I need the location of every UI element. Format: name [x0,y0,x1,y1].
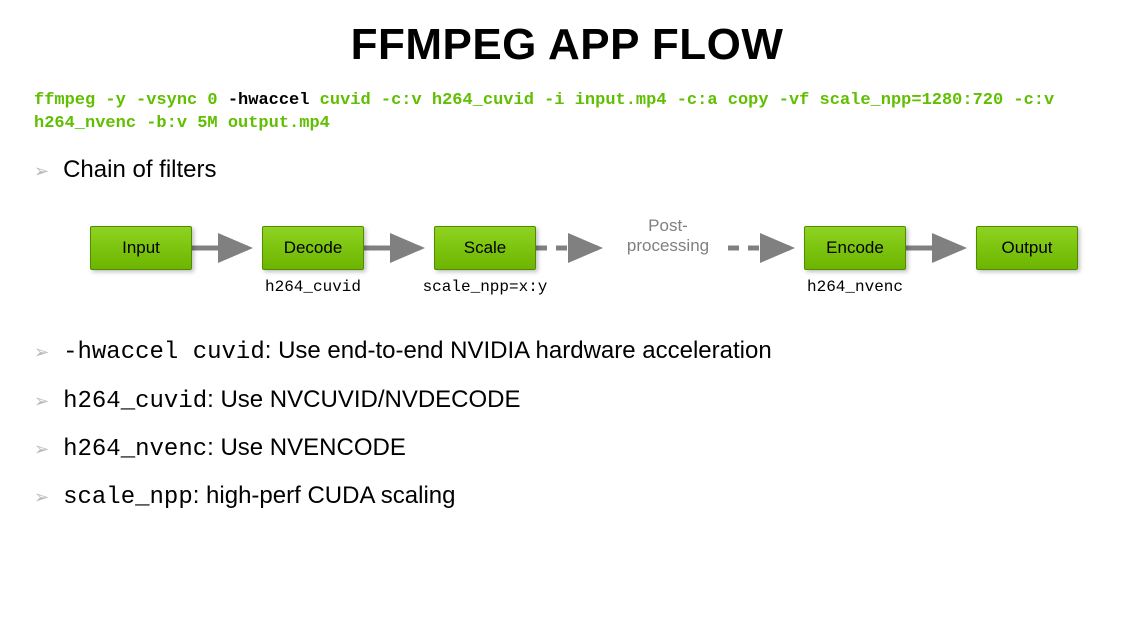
chevron-icon: ➢ [34,485,49,510]
cmd-hwaccel: -hwaccel [228,91,310,110]
bullet-cuvid: ➢ h264_cuvid: Use NVCUVID/NVDECODE [34,384,1100,418]
caption-scale: scale_npp=x:y [410,278,560,296]
command-line: ffmpeg -y -vsync 0 -hwaccel cuvid -c:v h… [34,90,1100,136]
bullet-code: -hwaccel cuvid [63,339,265,366]
flow-arrows [90,212,1090,282]
bullet-code: h264_cuvid [63,388,207,415]
bullet-desc: : Use end-to-end NVIDIA hardware acceler… [265,337,772,364]
cmd-pre: ffmpeg -y -vsync 0 [34,91,228,110]
node-output: Output [976,226,1078,270]
chevron-icon: ➢ [34,389,49,414]
bullet-desc: : Use NVENCODE [207,434,406,461]
bullet-text: scale_npp: high-perf CUDA scaling [63,480,455,514]
chevron-icon: ➢ [34,340,49,365]
bullet-desc: : high-perf CUDA scaling [193,482,456,509]
bullet-text: Chain of filters [63,154,216,186]
node-postprocessing: Post- processing [608,216,728,255]
content-area: ➢ Chain of filters Input Decode Scale Po… [34,154,1100,515]
node-encode: Encode [804,226,906,270]
chevron-icon: ➢ [34,159,49,184]
bullet-code: scale_npp [63,484,193,511]
bullet-text: h264_nvenc: Use NVENCODE [63,432,406,466]
flow-diagram: Input Decode Scale Post- processing Enco… [90,212,1100,307]
caption-encode: h264_nvenc [804,278,906,296]
bullet-desc: : Use NVCUVID/NVDECODE [207,386,520,413]
page-title: FFMPEG APP FLOW [0,20,1134,70]
bullet-text: h264_cuvid: Use NVCUVID/NVDECODE [63,384,520,418]
bullet-hwaccel: ➢ -hwaccel cuvid: Use end-to-end NVIDIA … [34,335,1100,369]
bullet-code: h264_nvenc [63,436,207,463]
bullet-scalenpp: ➢ scale_npp: high-perf CUDA scaling [34,480,1100,514]
bullet-nvenc: ➢ h264_nvenc: Use NVENCODE [34,432,1100,466]
bullet-text: -hwaccel cuvid: Use end-to-end NVIDIA ha… [63,335,772,369]
node-input: Input [90,226,192,270]
node-decode: Decode [262,226,364,270]
bullet-chain: ➢ Chain of filters [34,154,1100,186]
node-scale: Scale [434,226,536,270]
chevron-icon: ➢ [34,437,49,462]
caption-decode: h264_cuvid [262,278,364,296]
